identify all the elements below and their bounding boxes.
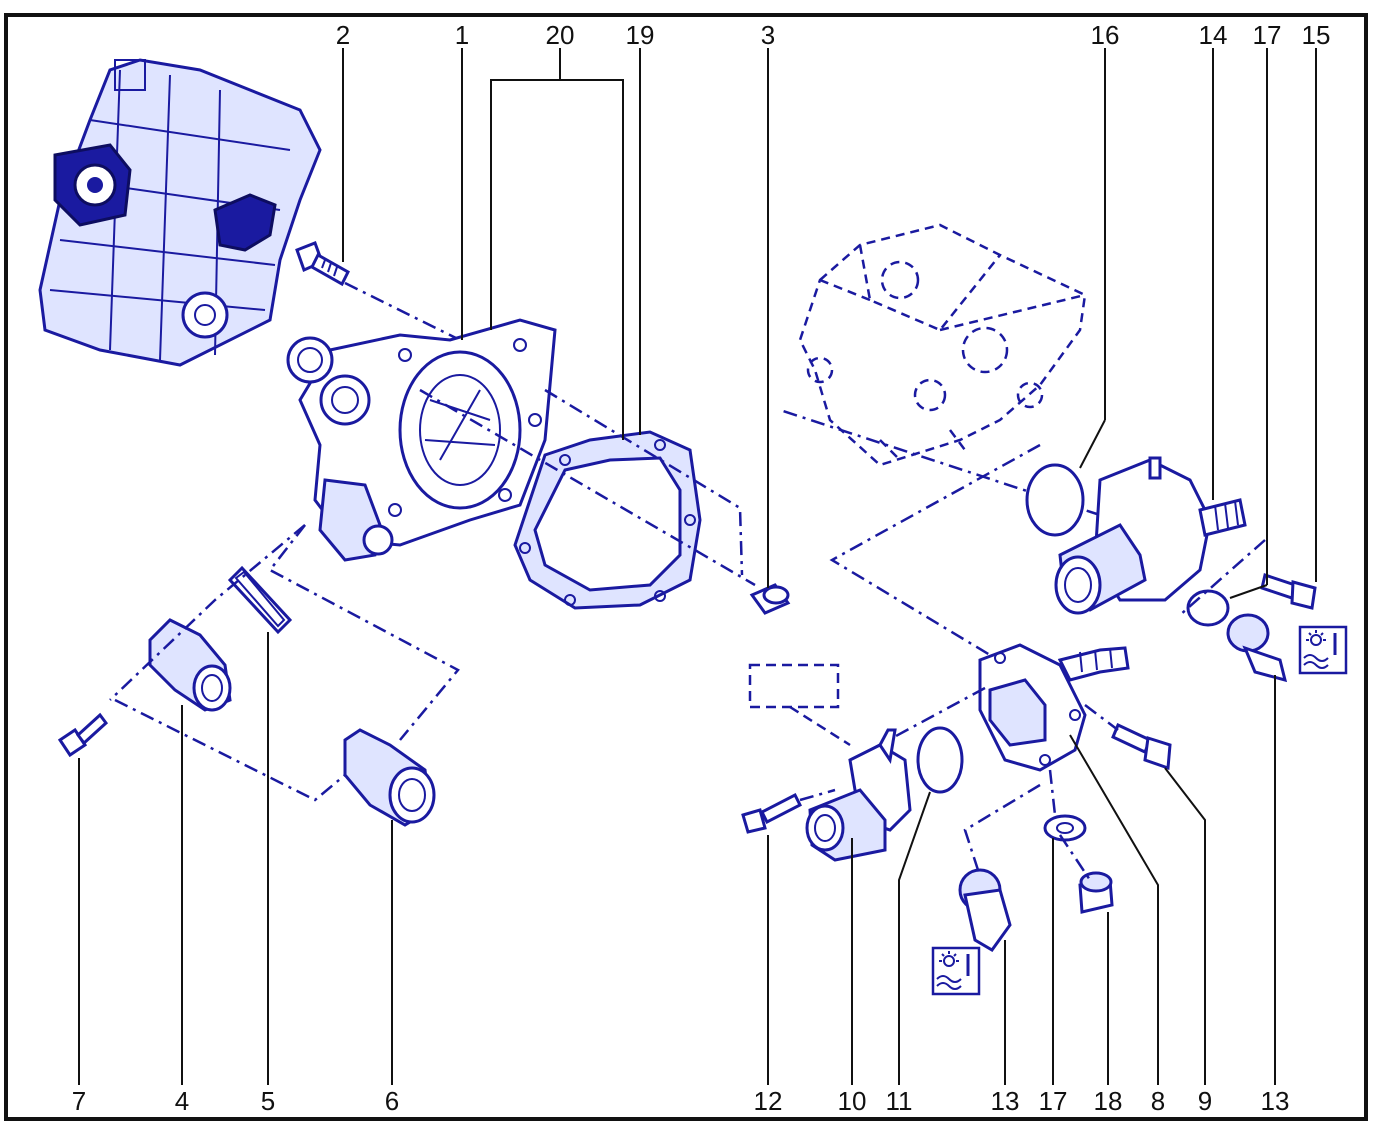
callout-17-bottom: 17 — [1039, 1086, 1068, 1116]
outlet-part-4 — [148, 618, 232, 712]
seal-part-17-lower — [1043, 814, 1087, 842]
exploded-parts-diagram: 2 1 20 19 3 16 14 17 15 7 4 5 6 12 10 11… — [4, 13, 1368, 1121]
coolant-temperature-icon-lower — [931, 946, 981, 996]
callout-13-lower: 13 — [991, 1086, 1020, 1116]
plug-part-18 — [1078, 871, 1114, 914]
bolt-part-9 — [1111, 722, 1172, 771]
seal-part-5 — [227, 565, 293, 635]
callout-7: 7 — [72, 1086, 86, 1116]
callout-14: 14 — [1199, 20, 1228, 50]
callout-12: 12 — [754, 1086, 783, 1116]
outlet-part-10 — [805, 728, 912, 862]
callout-5: 5 — [261, 1086, 275, 1116]
callout-10: 10 — [838, 1086, 867, 1116]
callout-18: 18 — [1094, 1086, 1123, 1116]
bolt-part-7 — [57, 712, 109, 758]
seal-part-16 — [1025, 463, 1085, 537]
callout-8: 8 — [1151, 1086, 1165, 1116]
bolt-part-2 — [295, 241, 350, 287]
outlet-part-6 — [343, 728, 436, 827]
bolt-part-15 — [1260, 573, 1317, 610]
callout-19: 19 — [626, 20, 655, 50]
seal-part-11 — [916, 726, 964, 794]
callout-13-upper: 13 — [1261, 1086, 1290, 1116]
sensor-part-13-lower — [958, 868, 1012, 952]
callout-11: 11 — [886, 1086, 913, 1116]
callouts-bottom: 7 4 5 6 12 10 11 13 17 18 8 9 13 — [72, 1086, 1290, 1116]
gasket-part-19 — [513, 430, 702, 610]
callout-4: 4 — [175, 1086, 189, 1116]
engine-thumbnail — [38, 58, 322, 367]
callout-9: 9 — [1198, 1086, 1212, 1116]
sensor-part-13-upper — [1226, 613, 1288, 683]
callout-6: 6 — [385, 1086, 399, 1116]
callout-17-top: 17 — [1253, 20, 1282, 50]
seal-part-17-upper — [1186, 589, 1230, 627]
cylinder-head-ghost — [798, 223, 1087, 467]
coolant-temperature-icon-upper — [1298, 625, 1348, 675]
callout-20: 20 — [546, 20, 575, 50]
dowel-part-3 — [749, 583, 791, 615]
thermostat-body-part-8 — [978, 643, 1130, 772]
optional-part-box — [748, 663, 840, 709]
callout-15: 15 — [1302, 20, 1331, 50]
callout-1: 1 — [455, 20, 469, 50]
bolt-part-12 — [741, 792, 803, 834]
thermostat-housing-part-14 — [1054, 456, 1247, 615]
callouts-top: 2 1 20 19 3 16 14 17 15 — [336, 20, 1331, 50]
callout-16: 16 — [1091, 20, 1120, 50]
callout-2: 2 — [336, 20, 350, 50]
callout-3: 3 — [761, 20, 775, 50]
water-pump-part-1 — [286, 318, 557, 562]
